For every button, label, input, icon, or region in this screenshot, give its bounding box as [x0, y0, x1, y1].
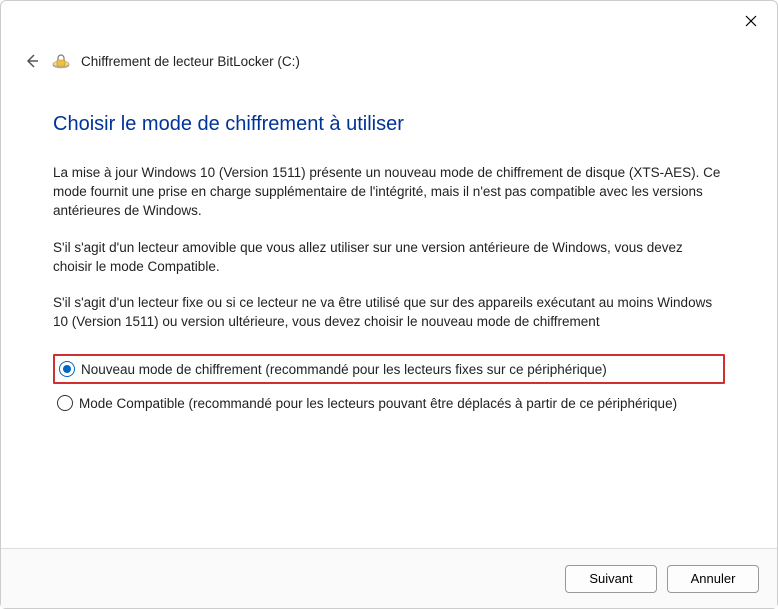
description-paragraph-3: S'il s'agit d'un lecteur fixe ou si ce l… [53, 294, 725, 332]
wizard-footer: Suivant Annuler [1, 548, 777, 608]
radio-option-new-mode[interactable]: Nouveau mode de chiffrement (recommandé … [53, 354, 725, 384]
description-paragraph-2: S'il s'agit d'un lecteur amovible que vo… [53, 239, 725, 277]
page-heading: Choisir le mode de chiffrement à utilise… [53, 113, 725, 136]
close-button[interactable] [739, 9, 763, 33]
encryption-mode-radio-group: Nouveau mode de chiffrement (recommandé … [53, 354, 725, 416]
next-button[interactable]: Suivant [565, 565, 657, 593]
description-paragraph-1: La mise à jour Windows 10 (Version 1511)… [53, 164, 725, 221]
wizard-content: Choisir le mode de chiffrement à utilise… [1, 71, 777, 416]
wizard-header: Chiffrement de lecteur BitLocker (C:) [1, 1, 777, 71]
radio-label-compatible-mode: Mode Compatible (recommandé pour les lec… [79, 396, 677, 411]
radio-option-compatible-mode[interactable]: Mode Compatible (recommandé pour les lec… [53, 390, 725, 416]
back-button[interactable] [23, 52, 41, 70]
radio-indicator-icon [59, 361, 75, 377]
cancel-button[interactable]: Annuler [667, 565, 759, 593]
radio-label-new-mode: Nouveau mode de chiffrement (recommandé … [81, 362, 607, 377]
radio-indicator-icon [57, 395, 73, 411]
window-title: Chiffrement de lecteur BitLocker (C:) [81, 54, 300, 69]
bitlocker-drive-icon [51, 51, 71, 71]
